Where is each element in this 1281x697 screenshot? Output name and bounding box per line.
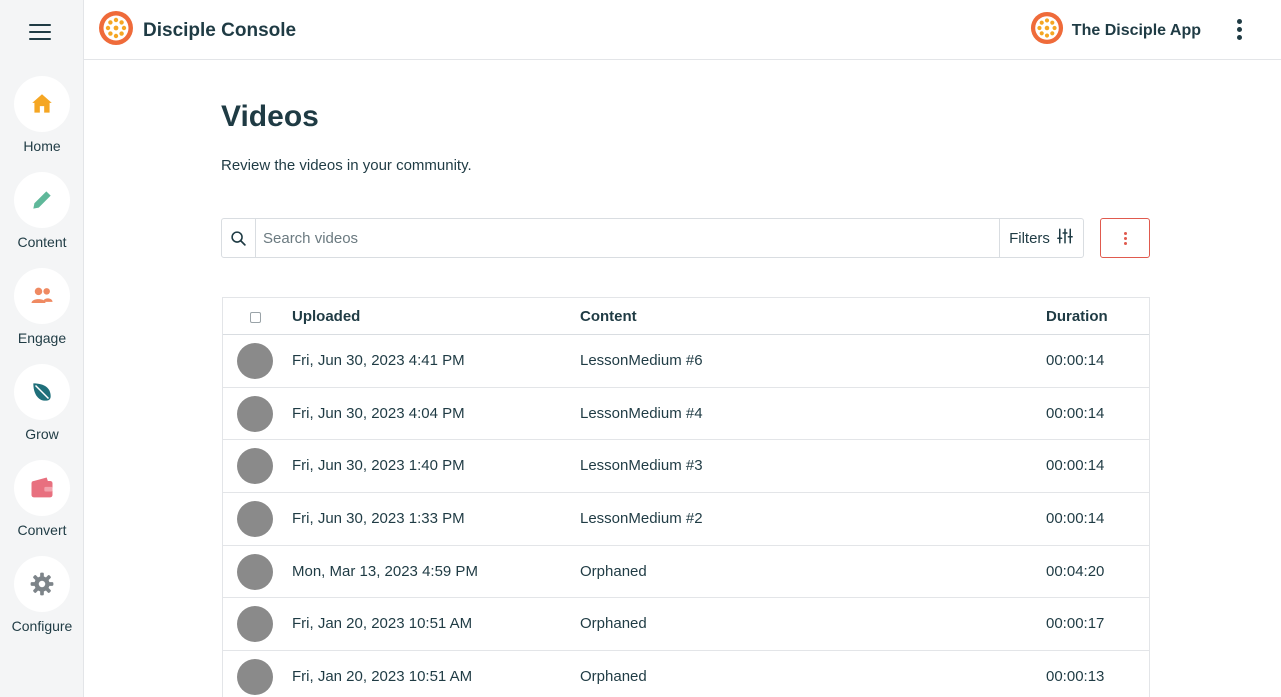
- page-title: Videos: [221, 100, 319, 133]
- video-thumbnail: [237, 448, 273, 485]
- sidebar-item-label: Home: [23, 138, 61, 154]
- video-thumbnail: [237, 501, 273, 538]
- pencil-icon: [14, 172, 70, 228]
- filters-label: Filters: [1009, 229, 1050, 247]
- page-subtitle: Review the videos in your community.: [221, 157, 472, 174]
- leaf-icon: [14, 364, 70, 420]
- cell-uploaded: Fri, Jun 30, 2023 4:41 PM: [292, 352, 465, 369]
- menu-icon[interactable]: [29, 24, 51, 42]
- sidebar-item-label: Convert: [17, 522, 67, 538]
- search-input[interactable]: [256, 219, 999, 257]
- cell-uploaded: Fri, Jan 20, 2023 10:51 AM: [292, 668, 473, 686]
- sidebar-item-convert[interactable]: Convert: [0, 460, 84, 550]
- sidebar: Home Content Engage Grow Convert Configu…: [0, 0, 84, 697]
- table-row[interactable]: Fri, Jun 30, 2023 4:04 PM LessonMedium #…: [223, 388, 1149, 441]
- app-logo-icon: [1030, 11, 1064, 50]
- video-thumbnail: [237, 606, 273, 643]
- column-content[interactable]: Content: [580, 308, 637, 325]
- gear-icon: [14, 556, 70, 612]
- table-row[interactable]: Fri, Jan 20, 2023 10:51 AM Orphaned 00:0…: [223, 598, 1149, 652]
- cell-duration: 00:00:13: [1046, 668, 1105, 686]
- cell-uploaded: Fri, Jun 30, 2023 4:04 PM: [292, 404, 465, 422]
- cell-content: LessonMedium #6: [580, 352, 703, 369]
- cell-duration: 00:00:14: [1046, 352, 1105, 369]
- people-icon: [14, 268, 70, 324]
- table-row[interactable]: Fri, Jun 30, 2023 4:41 PM LessonMedium #…: [223, 335, 1149, 388]
- search-icon[interactable]: [222, 219, 256, 257]
- column-uploaded[interactable]: Uploaded: [292, 308, 360, 325]
- cell-content: Orphaned: [580, 668, 647, 686]
- top-header: Disciple Console The Disciple App: [84, 0, 1281, 60]
- wallet-icon: [14, 460, 70, 516]
- videos-table: Uploaded Content Duration Fri, Jun 30, 2…: [222, 297, 1150, 697]
- video-thumbnail: [237, 343, 273, 379]
- cell-uploaded: Fri, Jun 30, 2023 1:33 PM: [292, 510, 465, 528]
- cell-duration: 00:00:14: [1046, 404, 1105, 422]
- column-duration[interactable]: Duration: [1046, 308, 1108, 325]
- header-more-icon[interactable]: [1227, 17, 1251, 41]
- table-row[interactable]: Fri, Jan 20, 2023 10:51 AM Orphaned 00:0…: [223, 651, 1149, 697]
- table-row[interactable]: Fri, Jun 30, 2023 1:40 PM LessonMedium #…: [223, 440, 1149, 494]
- video-thumbnail: [237, 553, 273, 590]
- sidebar-item-configure[interactable]: Configure: [0, 556, 84, 646]
- cell-content: Orphaned: [580, 562, 647, 580]
- brand[interactable]: Disciple Console: [98, 10, 296, 51]
- sidebar-item-label: Engage: [17, 330, 67, 346]
- cell-duration: 00:00:14: [1046, 457, 1105, 475]
- home-icon: [14, 76, 70, 132]
- video-thumbnail: [237, 659, 273, 696]
- sidebar-item-label: Content: [17, 234, 67, 250]
- video-thumbnail: [237, 395, 273, 432]
- app-name: The Disciple App: [1071, 21, 1201, 39]
- brand-name: Disciple Console: [143, 19, 297, 41]
- cell-content: Orphaned: [580, 615, 647, 633]
- select-all-checkbox[interactable]: [250, 312, 261, 323]
- cell-duration: 00:00:17: [1046, 615, 1105, 633]
- cell-content: LessonMedium #3: [580, 457, 703, 475]
- cell-uploaded: Fri, Jan 20, 2023 10:51 AM: [292, 615, 473, 633]
- sidebar-item-label: Configure: [11, 618, 73, 634]
- cell-content: LessonMedium #4: [580, 404, 703, 422]
- sidebar-item-label: Grow: [25, 426, 59, 442]
- table-row[interactable]: Mon, Mar 13, 2023 4:59 PM Orphaned 00:04…: [223, 546, 1149, 599]
- cell-uploaded: Fri, Jun 30, 2023 1:40 PM: [292, 457, 465, 475]
- sliders-icon: [1056, 227, 1074, 249]
- sidebar-item-content[interactable]: Content: [0, 172, 84, 262]
- cell-duration: 00:00:14: [1046, 510, 1105, 528]
- cell-uploaded: Mon, Mar 13, 2023 4:59 PM: [292, 562, 478, 580]
- cell-duration: 00:04:20: [1046, 562, 1105, 580]
- table-row[interactable]: Fri, Jun 30, 2023 1:33 PM LessonMedium #…: [223, 493, 1149, 546]
- cell-content: LessonMedium #2: [580, 510, 703, 528]
- more-actions-button[interactable]: [1100, 218, 1150, 258]
- search-bar: Filters: [221, 218, 1084, 258]
- app-switcher[interactable]: The Disciple App: [1030, 11, 1201, 50]
- filters-button[interactable]: Filters: [999, 219, 1083, 257]
- table-header: Uploaded Content Duration: [223, 298, 1149, 335]
- disciple-logo-icon: [98, 10, 134, 51]
- sidebar-item-home[interactable]: Home: [0, 76, 84, 166]
- sidebar-item-engage[interactable]: Engage: [0, 268, 84, 358]
- sidebar-item-grow[interactable]: Grow: [0, 364, 84, 454]
